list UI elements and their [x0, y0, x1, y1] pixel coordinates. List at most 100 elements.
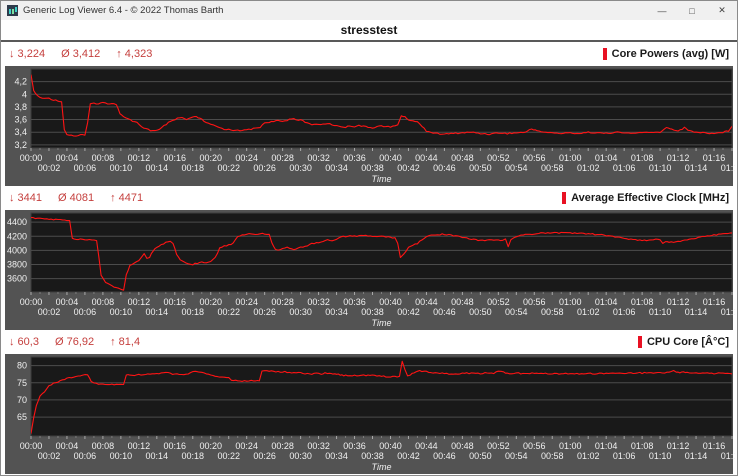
stats-row: ↓ 3441 Ø 4081 ↑ 4471 Average Effective C… — [1, 186, 737, 210]
svg-text:00:04: 00:04 — [56, 153, 79, 163]
stat-max: ↑ 4,323 — [116, 48, 153, 60]
svg-text:00:38: 00:38 — [361, 307, 384, 317]
svg-text:00:54: 00:54 — [505, 163, 528, 173]
svg-text:00:14: 00:14 — [146, 163, 169, 173]
svg-text:00:56: 00:56 — [523, 441, 546, 451]
svg-text:00:14: 00:14 — [146, 307, 169, 317]
chart-canvas-effective-clock[interactable]: 4400 4200 4000 3800 3600 00:0000:0200:0400:06… — [5, 210, 735, 330]
svg-text:00:06: 00:06 — [74, 307, 97, 317]
svg-text:Time: Time — [372, 174, 392, 184]
svg-text:00:28: 00:28 — [271, 297, 294, 307]
svg-text:01:00: 01:00 — [559, 441, 582, 451]
chart-panel-cpu-core-temp: ↓ 60,3 Ø 76,92 ↑ 81,4 CPU Core [Â°C] 80 7… — [1, 330, 737, 474]
chart-canvas-cpu-core-temp[interactable]: 8075706500:0000:0200:0400:0600:0800:1000… — [5, 354, 735, 474]
svg-text:00:34: 00:34 — [325, 307, 348, 317]
svg-text:00:32: 00:32 — [307, 297, 330, 307]
chart-legend: Core Powers (avg) [W] — [602, 48, 729, 60]
svg-text:70: 70 — [17, 395, 27, 405]
svg-text:00:52: 00:52 — [487, 153, 510, 163]
svg-text:00:28: 00:28 — [271, 441, 294, 451]
svg-text:00:42: 00:42 — [397, 163, 420, 173]
svg-text:00:50: 00:50 — [469, 307, 492, 317]
svg-text:65: 65 — [17, 412, 27, 422]
chart-area-effective-clock: 4400 4200 4000 3800 3600 00:00 00:02 00:04 00:06… — [5, 210, 735, 330]
chart-canvas-core-powers[interactable]: 4,2 4 3,8 3,6 3,4 3,2 00:0000:0200:0400:0600:0… — [5, 66, 735, 186]
svg-text:00:06: 00:06 — [74, 163, 97, 173]
svg-text:4,2: 4,2 — [14, 77, 27, 87]
minimize-button[interactable]: — — [647, 1, 677, 20]
stats-row: ↓ 3,224 Ø 3,412 ↑ 4,323 Core Powers (avg… — [1, 42, 737, 66]
svg-text:01:06: 01:06 — [613, 163, 636, 173]
svg-text:4400: 4400 — [7, 217, 27, 227]
svg-text:00:32: 00:32 — [307, 441, 330, 451]
svg-text:00:02: 00:02 — [38, 163, 61, 173]
svg-text:00:18: 00:18 — [182, 163, 205, 173]
svg-text:00:44: 00:44 — [415, 441, 438, 451]
svg-text:00:40: 00:40 — [379, 297, 402, 307]
svg-text:00:24: 00:24 — [235, 153, 258, 163]
svg-text:01:14: 01:14 — [685, 451, 708, 461]
svg-text:80: 80 — [17, 361, 27, 371]
svg-text:3800: 3800 — [7, 259, 27, 269]
svg-text:01:18: 01:18 — [721, 307, 735, 317]
svg-text:00:36: 00:36 — [343, 297, 366, 307]
svg-text:00:36: 00:36 — [343, 153, 366, 163]
chart-panel-effective-clock: ↓ 3441 Ø 4081 ↑ 4471 Average Effective C… — [1, 186, 737, 330]
stat-avg: Ø 3,412 — [61, 48, 101, 60]
svg-text:00:24: 00:24 — [235, 297, 258, 307]
window-title: Generic Log Viewer 6.4 - © 2022 Thomas B… — [23, 5, 224, 16]
legend-color-bar-icon — [602, 48, 607, 60]
close-button[interactable]: ✕ — [707, 1, 737, 20]
stat-min: ↓ 3441 — [9, 192, 43, 204]
app-icon — [7, 5, 18, 16]
stat-max: ↑ 4471 — [110, 192, 144, 204]
svg-text:00:16: 00:16 — [164, 153, 187, 163]
svg-text:75: 75 — [17, 378, 27, 388]
svg-text:01:14: 01:14 — [685, 307, 708, 317]
svg-text:01:04: 01:04 — [595, 297, 618, 307]
svg-text:01:12: 01:12 — [667, 153, 690, 163]
svg-text:00:26: 00:26 — [253, 163, 276, 173]
svg-text:00:48: 00:48 — [451, 441, 474, 451]
svg-text:00:28: 00:28 — [271, 153, 294, 163]
svg-text:4: 4 — [22, 89, 27, 99]
svg-text:00:14: 00:14 — [146, 451, 169, 461]
svg-text:00:00: 00:00 — [20, 441, 43, 451]
svg-text:01:04: 01:04 — [595, 153, 618, 163]
svg-text:00:20: 00:20 — [199, 153, 222, 163]
stat-avg: Ø 4081 — [58, 192, 95, 204]
svg-text:00:24: 00:24 — [235, 441, 258, 451]
svg-text:00:50: 00:50 — [469, 451, 492, 461]
svg-text:3600: 3600 — [7, 274, 27, 284]
svg-text:00:42: 00:42 — [397, 451, 420, 461]
chart-legend: CPU Core [Â°C] — [637, 336, 729, 348]
svg-text:00:08: 00:08 — [92, 153, 115, 163]
svg-text:01:10: 01:10 — [649, 163, 672, 173]
chart-area-core-powers: 4,2 4 3,8 3,6 3,4 3,2 00:00 00:02 00:04 00:06 00:0… — [5, 66, 735, 186]
svg-text:01:18: 01:18 — [721, 451, 735, 461]
svg-text:Time: Time — [372, 318, 392, 328]
page-title: stresstest — [340, 23, 398, 37]
svg-text:00:22: 00:22 — [217, 163, 240, 173]
svg-text:01:10: 01:10 — [649, 307, 672, 317]
svg-text:00:46: 00:46 — [433, 163, 456, 173]
svg-text:00:18: 00:18 — [182, 451, 205, 461]
svg-text:00:16: 00:16 — [164, 297, 187, 307]
legend-label: Average Effective Clock [MHz] — [571, 192, 729, 204]
svg-text:00:04: 00:04 — [56, 441, 79, 451]
svg-text:00:04: 00:04 — [56, 297, 79, 307]
svg-text:00:36: 00:36 — [343, 441, 366, 451]
svg-text:01:12: 01:12 — [667, 441, 690, 451]
maximize-button[interactable]: □ — [677, 1, 707, 20]
svg-text:00:06: 00:06 — [74, 451, 97, 461]
svg-text:00:56: 00:56 — [523, 297, 546, 307]
svg-text:01:18: 01:18 — [721, 163, 735, 173]
svg-text:00:10: 00:10 — [110, 163, 133, 173]
svg-text:01:08: 01:08 — [631, 441, 654, 451]
svg-text:01:04: 01:04 — [595, 441, 618, 451]
svg-text:01:08: 01:08 — [631, 153, 654, 163]
legend-color-bar-icon — [637, 336, 642, 348]
svg-text:4200: 4200 — [7, 231, 27, 241]
svg-text:00:44: 00:44 — [415, 297, 438, 307]
svg-text:01:06: 01:06 — [613, 451, 636, 461]
